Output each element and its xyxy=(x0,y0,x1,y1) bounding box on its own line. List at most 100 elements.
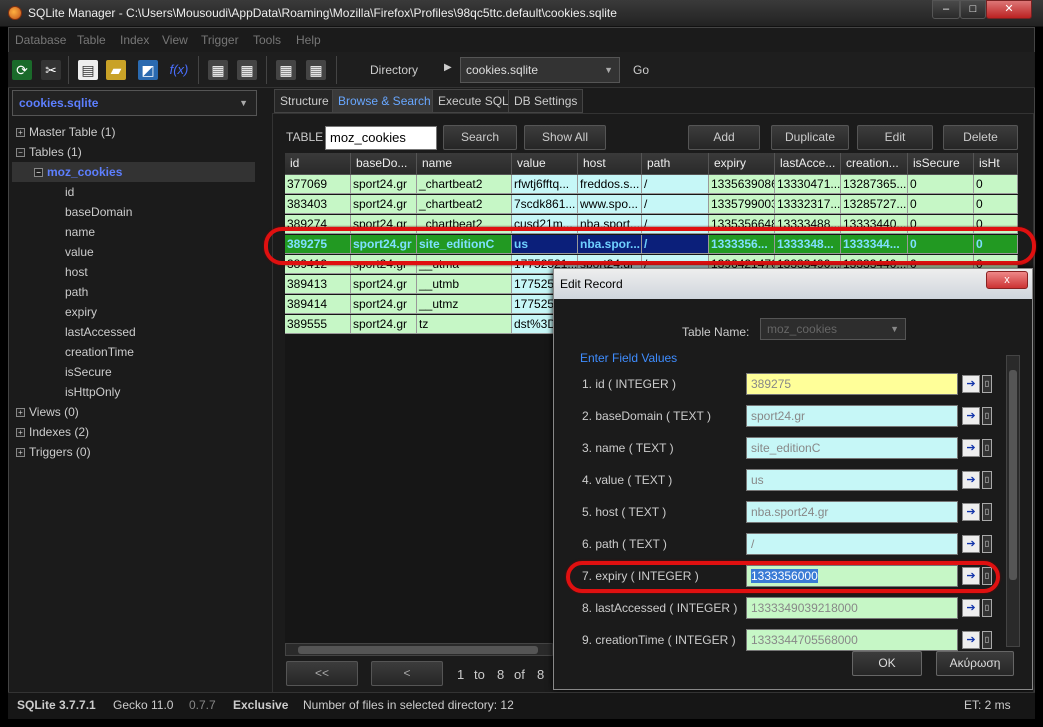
minimize-button[interactable]: ‒ xyxy=(932,0,960,19)
file-icon[interactable]: ▯ xyxy=(982,375,992,393)
copy-arrow-icon[interactable]: ➔ xyxy=(962,535,980,553)
tab-execute-sql[interactable]: Execute SQL xyxy=(432,89,515,113)
table-cell[interactable]: 13330471... xyxy=(775,175,841,194)
tree-tables[interactable]: − Tables (1) xyxy=(12,142,257,162)
search-button[interactable]: Search xyxy=(443,125,517,150)
table-cell[interactable]: 1335799003 xyxy=(709,195,775,214)
file-icon[interactable]: ▯ xyxy=(982,599,992,617)
tree-table-moz-cookies[interactable]: − moz_cookies xyxy=(12,162,255,182)
directory-arrow-icon[interactable]: ▶ xyxy=(444,62,452,73)
column-header-issecure[interactable]: isSecure xyxy=(908,153,974,175)
tree-triggers[interactable]: + Triggers (0) xyxy=(12,442,257,462)
scroll-thumb[interactable] xyxy=(298,646,538,654)
scroll-thumb[interactable] xyxy=(1009,370,1017,580)
maximize-button[interactable]: □ xyxy=(960,0,986,19)
copy-arrow-icon[interactable]: ➔ xyxy=(962,375,980,393)
table-cell[interactable]: 0 xyxy=(908,195,974,214)
table-cell[interactable]: _chartbeat2 xyxy=(417,195,512,214)
table-cell[interactable]: 13332317... xyxy=(775,195,841,214)
tree-indexes[interactable]: + Indexes (2) xyxy=(12,422,257,442)
tree-column[interactable]: host xyxy=(12,262,257,282)
column-header-host[interactable]: host xyxy=(578,153,642,175)
open-database-icon[interactable]: ▰ xyxy=(106,60,126,80)
file-icon[interactable]: ▯ xyxy=(982,631,992,649)
collapse-icon[interactable]: − xyxy=(34,168,43,178)
edit-button[interactable]: Edit xyxy=(857,125,933,150)
tab-browse-search[interactable]: Browse & Search xyxy=(332,89,437,113)
field-input[interactable]: sport24.gr xyxy=(746,405,958,427)
column-header-id[interactable]: id xyxy=(285,153,351,175)
table-cell[interactable]: 1335639086 xyxy=(709,175,775,194)
table-cell[interactable]: www.spo... xyxy=(578,195,642,214)
expand-icon[interactable]: + xyxy=(16,448,25,458)
copy-arrow-icon[interactable]: ➔ xyxy=(962,439,980,457)
tools-icon[interactable]: ✂ xyxy=(41,60,61,80)
table-cell[interactable]: _chartbeat2 xyxy=(417,175,512,194)
tree-column[interactable]: name xyxy=(12,222,257,242)
function-icon[interactable]: f(x) xyxy=(166,60,192,80)
tree-column[interactable]: path xyxy=(12,282,257,302)
tree-column[interactable]: value xyxy=(12,242,257,262)
ok-button[interactable]: OK xyxy=(852,651,922,676)
field-input[interactable]: / xyxy=(746,533,958,555)
table-cell[interactable]: sport24.gr xyxy=(351,315,417,334)
file-icon[interactable]: ▯ xyxy=(982,439,992,457)
tab-structure[interactable]: Structure xyxy=(274,89,335,113)
collapse-icon[interactable]: − xyxy=(16,148,25,158)
table-select[interactable]: moz_cookies xyxy=(325,126,437,150)
table-cell[interactable]: 0 xyxy=(974,195,1018,214)
refresh-icon[interactable]: ⟳ xyxy=(12,60,32,80)
table-cell[interactable]: 7scdk861... xyxy=(512,195,578,214)
table-cell[interactable]: tz xyxy=(417,315,512,334)
copy-arrow-icon[interactable]: ➔ xyxy=(962,599,980,617)
dialog-close-button[interactable]: x xyxy=(986,271,1028,289)
field-input[interactable]: 1333349039218000 xyxy=(746,597,958,619)
field-input[interactable]: nba.sport24.gr xyxy=(746,501,958,523)
file-icon[interactable]: ▯ xyxy=(982,503,992,521)
first-page-button[interactable]: << xyxy=(286,661,358,686)
table-cell[interactable]: sport24.gr xyxy=(351,175,417,194)
tab-db-settings[interactable]: DB Settings xyxy=(508,89,584,113)
field-input[interactable]: site_editionC xyxy=(746,437,958,459)
table-cell[interactable]: 389555 xyxy=(285,315,351,334)
table-row[interactable]: 377069 sport24.gr _chartbeat2 rfwtj6fftq...… xyxy=(285,175,1018,195)
copy-arrow-icon[interactable]: ➔ xyxy=(962,631,980,649)
expand-icon[interactable]: + xyxy=(16,128,25,138)
create-index-icon[interactable]: ▦ xyxy=(276,60,296,80)
table-cell[interactable]: sport24.gr xyxy=(351,275,417,294)
table-cell[interactable]: __utmb xyxy=(417,275,512,294)
menu-table[interactable]: Table xyxy=(77,33,106,47)
vertical-scrollbar[interactable] xyxy=(1006,355,1020,647)
tree-column[interactable]: lastAccessed xyxy=(12,322,257,342)
table-cell[interactable]: rfwtj6fftq... xyxy=(512,175,578,194)
table-cell[interactable]: / xyxy=(642,175,709,194)
menu-tools[interactable]: Tools xyxy=(253,33,281,47)
duplicate-button[interactable]: Duplicate xyxy=(771,125,849,150)
copy-arrow-icon[interactable]: ➔ xyxy=(962,407,980,425)
prev-page-button[interactable]: < xyxy=(371,661,443,686)
tree-column[interactable]: isSecure xyxy=(12,362,257,382)
table-cell[interactable]: 383403 xyxy=(285,195,351,214)
save-database-icon[interactable]: ◩ xyxy=(138,60,158,80)
menu-database[interactable]: Database xyxy=(15,33,66,47)
column-header-name[interactable]: name xyxy=(417,153,512,175)
horizontal-scrollbar[interactable] xyxy=(285,643,553,656)
menu-trigger[interactable]: Trigger xyxy=(201,33,239,47)
table-cell[interactable]: 389413 xyxy=(285,275,351,294)
tree-column[interactable]: creationTime xyxy=(12,342,257,362)
menu-view[interactable]: View xyxy=(162,33,188,47)
table-cell[interactable]: __utmz xyxy=(417,295,512,314)
table-cell[interactable]: 13285727... xyxy=(841,195,908,214)
file-icon[interactable]: ▯ xyxy=(982,407,992,425)
column-header-creationtime[interactable]: creation... xyxy=(841,153,908,175)
table-cell[interactable]: sport24.gr xyxy=(351,195,417,214)
column-header-lastaccessed[interactable]: lastAcce... xyxy=(775,153,841,175)
go-button[interactable]: Go xyxy=(633,63,649,77)
table-cell[interactable]: 389414 xyxy=(285,295,351,314)
database-select[interactable]: cookies.sqlite ▼ xyxy=(12,90,257,116)
file-icon[interactable]: ▯ xyxy=(982,471,992,489)
tree-views[interactable]: + Views (0) xyxy=(12,402,257,422)
tree-column[interactable]: id xyxy=(12,182,257,202)
field-input[interactable]: us xyxy=(746,469,958,491)
directory-select[interactable]: cookies.sqlite ▼ xyxy=(460,57,620,83)
